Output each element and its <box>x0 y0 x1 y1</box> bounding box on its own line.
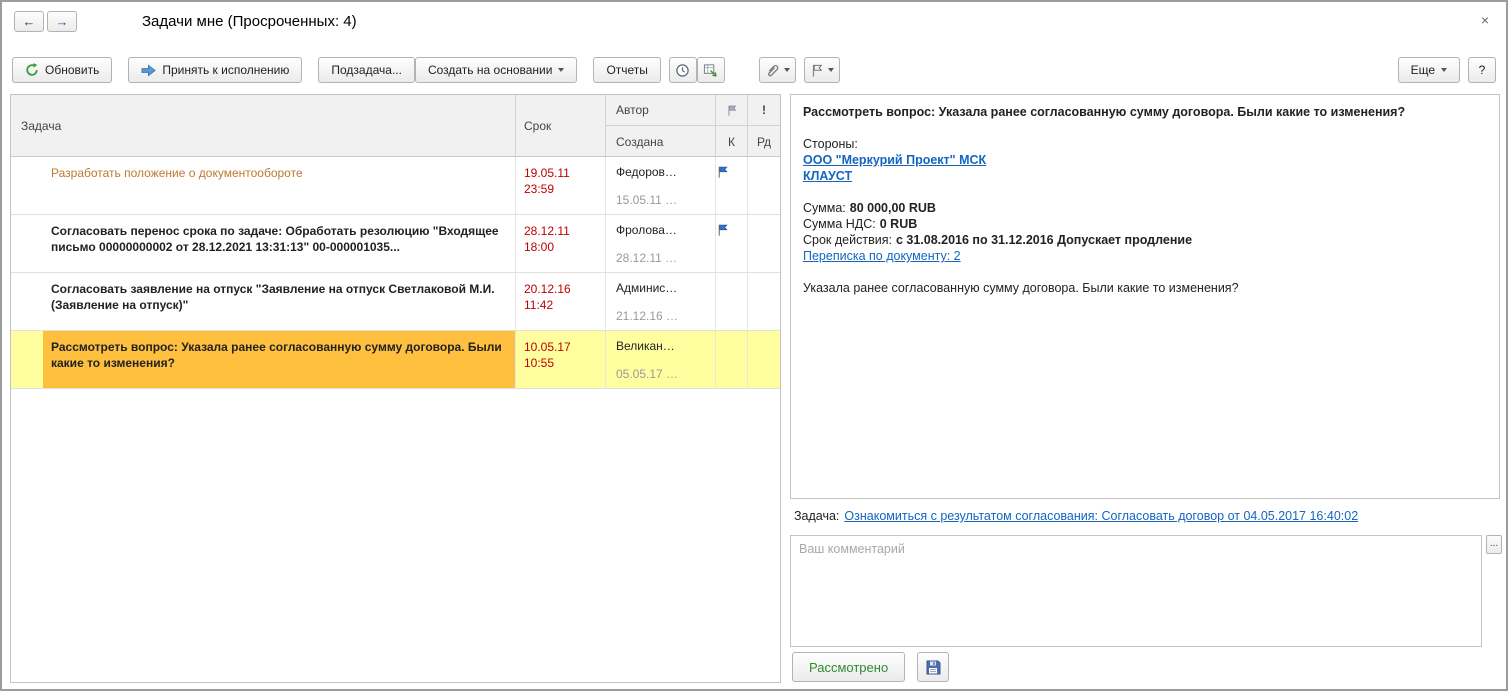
flag-icon <box>810 63 824 78</box>
chevron-down-icon <box>1441 68 1447 72</box>
task-table: Задача Срок Автор Создана ! К Рд Разрабо… <box>10 94 781 683</box>
accept-arrow-icon <box>141 63 157 77</box>
history-nav: ← → <box>14 11 77 32</box>
task-created: 28.12.11 … <box>616 251 678 265</box>
task-created: 05.05.17 … <box>616 367 679 381</box>
help-label: ? <box>1478 63 1486 77</box>
comment-input[interactable] <box>790 535 1482 647</box>
table-row[interactable]: Согласовать заявление на отпуск "Заявлен… <box>11 273 780 331</box>
timer-button[interactable] <box>668 57 697 83</box>
accept-label: Принять к исполнению <box>162 63 290 77</box>
task-author: Федоров… <box>616 165 677 179</box>
parent-task-line: Задача: Ознакомиться с результатом соглас… <box>794 509 1358 523</box>
parties-label: Стороны: <box>803 137 858 151</box>
task-created: 21.12.16 … <box>616 309 679 323</box>
task-deadline: 28.12.11 18:00 <box>516 215 606 272</box>
accept-button[interactable]: Принять к исполнению <box>128 57 303 83</box>
chevron-down-icon <box>827 68 834 72</box>
column-header-flag[interactable] <box>716 95 748 126</box>
tasks-window: ← → Задачи мне (Просроченных: 4) × Обнов… <box>0 0 1508 691</box>
chevron-down-icon <box>783 68 790 72</box>
task-author: Великан… <box>616 339 675 353</box>
task-deadline: 20.12.16 11:42 <box>516 273 606 330</box>
question-text: Указала ранее согласованную сумму догово… <box>803 281 1239 295</box>
validity-label: Срок действия: <box>803 233 892 247</box>
table-row[interactable]: Разработать положение о документообороте… <box>11 157 780 215</box>
back-button[interactable]: ← <box>14 11 44 32</box>
table-export-icon <box>703 63 718 78</box>
column-header-importance[interactable]: ! <box>748 95 780 126</box>
party-link-1[interactable]: ООО "Меркурий Проект" МСК <box>803 153 986 167</box>
task-subject: Согласовать заявление на отпуск "Заявлен… <box>51 282 495 312</box>
back-arrow-icon: ← <box>22 14 36 29</box>
table-row-selected[interactable]: Рассмотреть вопрос: Указала ранее соглас… <box>11 331 780 389</box>
details-title: Рассмотреть вопрос: Указала ранее соглас… <box>803 105 1406 119</box>
more-button[interactable]: Еще <box>1397 57 1460 83</box>
create-based-on-label: Создать на основании <box>427 63 553 77</box>
task-author: Фролова… <box>616 223 677 237</box>
task-subject: Согласовать перенос срока по задаче: Обр… <box>51 224 499 254</box>
paperclip-icon <box>765 63 780 78</box>
page-title: Задачи мне (Просроченных: 4) <box>142 13 357 30</box>
column-header-author[interactable]: Автор <box>606 95 716 126</box>
save-button[interactable] <box>917 652 950 682</box>
reports-button[interactable]: Отчеты <box>593 57 661 83</box>
attachments-button[interactable] <box>758 57 796 83</box>
correspondence-link[interactable]: Переписка по документу: 2 <box>803 249 961 263</box>
subtask-button[interactable]: Подзадача... <box>318 57 415 83</box>
help-button[interactable]: ? <box>1468 57 1496 83</box>
refresh-label: Обновить <box>45 63 100 77</box>
flag-icon <box>716 165 747 179</box>
column-header-deadline[interactable]: Срок <box>516 95 606 157</box>
task-created: 15.05.11 … <box>616 193 678 207</box>
comment-area <box>790 535 1482 647</box>
column-header-rd[interactable]: Рд <box>748 126 780 157</box>
sum-value: 80 000,00 RUB <box>849 201 936 215</box>
task-author: Админис… <box>616 281 678 295</box>
column-header-created[interactable]: Создана <box>606 126 716 157</box>
column-header-task[interactable]: Задача <box>11 95 516 157</box>
vat-label: Сумма НДС: <box>803 217 876 231</box>
create-based-on-button[interactable]: Создать на основании <box>414 57 578 83</box>
task-deadline: 10.05.17 10:55 <box>516 331 606 388</box>
export-table-button[interactable] <box>696 57 725 83</box>
forward-arrow-icon: → <box>55 14 69 29</box>
task-subject: Разработать положение о документообороте <box>51 166 303 180</box>
comment-more-button[interactable]: ... <box>1486 535 1502 554</box>
vat-value: 0 RUB <box>879 217 918 231</box>
more-label: Еще <box>1410 63 1435 77</box>
forward-button[interactable]: → <box>47 11 77 32</box>
refresh-icon <box>25 63 39 77</box>
column-header-k[interactable]: К <box>716 126 748 157</box>
party-link-2[interactable]: КЛАУСТ <box>803 169 852 183</box>
task-details: Рассмотреть вопрос: Указала ранее соглас… <box>790 94 1500 499</box>
refresh-button[interactable]: Обновить <box>12 57 113 83</box>
reports-label: Отчеты <box>606 63 648 77</box>
task-deadline: 19.05.11 23:59 <box>516 157 606 214</box>
flag-column-icon <box>726 104 738 117</box>
floppy-disk-icon <box>925 659 941 675</box>
sum-label: Сумма: <box>803 201 846 215</box>
task-label: Задача: <box>794 509 840 523</box>
reviewed-button[interactable]: Рассмотрено <box>792 652 906 682</box>
validity-value: с 31.08.2016 по 31.12.2016 Допускает про… <box>895 233 1193 247</box>
subtask-label: Подзадача... <box>331 63 402 77</box>
chevron-down-icon <box>558 68 565 72</box>
clock-icon <box>675 63 690 78</box>
parent-task-link[interactable]: Ознакомиться с результатом согласования:… <box>844 509 1358 523</box>
task-subject: Рассмотреть вопрос: Указала ранее соглас… <box>43 331 515 388</box>
close-icon[interactable]: × <box>1476 12 1494 28</box>
bottom-actions: Рассмотрено <box>792 652 950 682</box>
main-toolbar: Обновить Принять к исполнению Подзадача.… <box>12 56 1496 84</box>
table-row[interactable]: Согласовать перенос срока по задаче: Обр… <box>11 215 780 273</box>
reviewed-label: Рассмотрено <box>809 659 889 675</box>
task-table-header: Задача Срок Автор Создана ! К Рд <box>11 95 780 157</box>
flag-icon <box>716 223 747 237</box>
flag-menu-button[interactable] <box>803 57 840 83</box>
